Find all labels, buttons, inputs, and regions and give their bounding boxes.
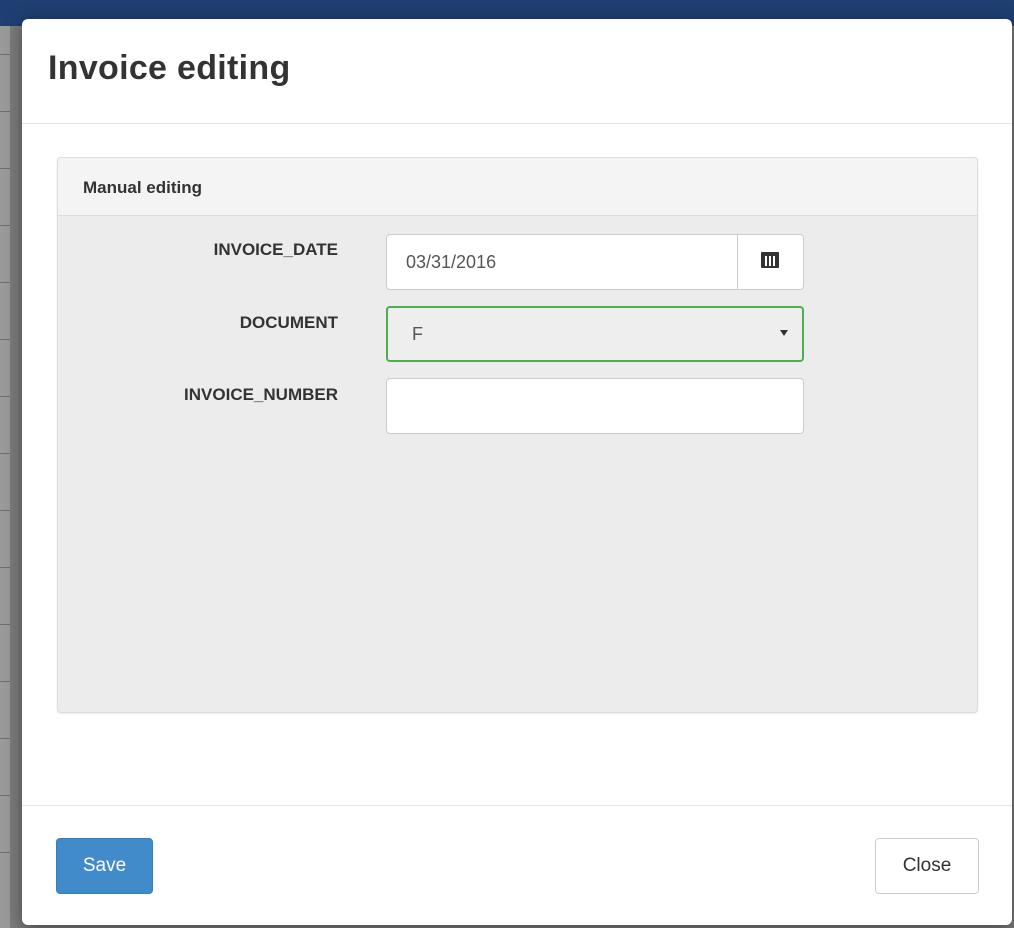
panel-heading: Manual editing [58,158,977,216]
invoice-number-input[interactable] [386,378,804,434]
modal-footer: Save Close [22,805,1012,925]
invoice-date-value: 03/31/2016 [406,252,497,272]
panel-title: Manual editing [83,178,202,197]
background-table-edge [0,26,10,928]
invoice-number-label: INVOICE_NUMBER [184,385,338,404]
document-selected-value: F [412,324,423,344]
invoice-editing-dialog: Invoice editing Manual editing INVOICE_D… [22,19,1012,925]
close-button[interactable]: Close [875,838,979,894]
modal-title: Invoice editing [48,49,291,87]
invoice-date-input[interactable]: 03/31/2016 [386,234,804,290]
date-picker-button[interactable] [737,235,803,289]
manual-editing-panel: Manual editing INVOICE_DATE 03/31/2016 D… [57,157,978,713]
save-button[interactable]: Save [56,838,153,894]
document-label: DOCUMENT [239,313,338,332]
document-select[interactable]: F [386,306,804,362]
invoice-date-label: INVOICE_DATE [213,240,338,259]
calendar-icon [761,252,779,268]
modal-header: Invoice editing [22,19,1012,124]
caret-down-icon [780,330,788,336]
